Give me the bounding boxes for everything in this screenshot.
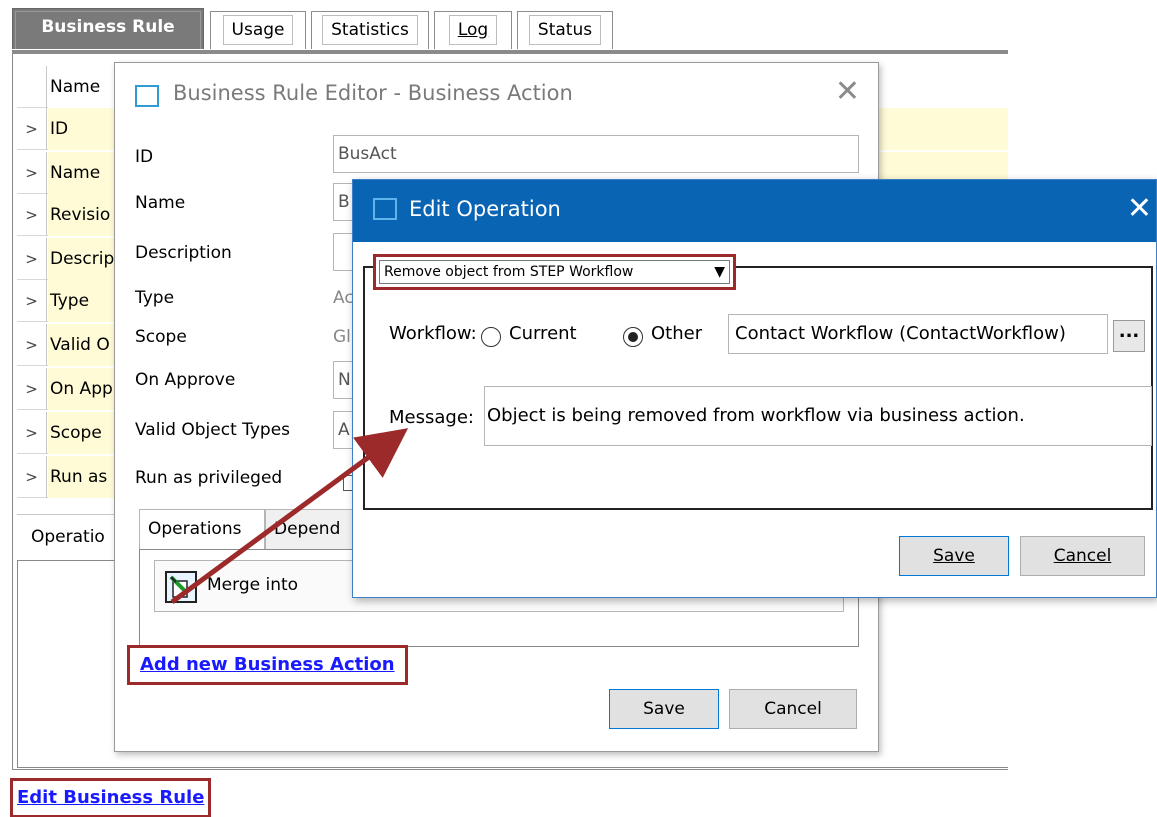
expand-arrow-icon[interactable]: > [17,108,47,150]
operation-type-select[interactable]: Remove object from STEP Workflow ▼ [373,254,736,290]
message-field[interactable]: Object is being removed from workflow vi… [484,386,1152,446]
grid-header-spacer [17,66,47,108]
radio-current-label: Current [509,323,577,344]
tab-usage-label: Usage [222,15,294,45]
browse-button[interactable]: ... [1113,320,1145,352]
cancel-button[interactable]: Cancel [729,689,857,729]
workflow-field[interactable]: Contact Workflow (ContactWorkflow) [728,314,1108,354]
tab-business-rule[interactable]: Business Rule [12,8,204,49]
id-label: ID [135,147,154,167]
tab-status-label: Status [528,15,602,45]
description-label: Description [135,243,232,263]
close-icon[interactable]: ✕ [1127,192,1152,226]
type-value: Ac [333,288,354,308]
tab-statistics-label: Statistics [322,15,418,45]
close-icon[interactable]: ✕ [835,75,860,109]
cancel-button[interactable]: Cancel [1020,536,1145,576]
tab-log-label: Log [448,15,498,45]
chevron-down-icon: ▼ [714,264,725,280]
add-new-business-action-link[interactable]: Add new Business Action [127,645,408,685]
tab-status[interactable]: Status [517,11,613,49]
edit-operation-dialog: Edit Operation ✕ Remove object from STEP… [352,179,1157,598]
save-button[interactable]: Save [609,689,719,729]
tab-operations[interactable]: Operations [139,509,265,549]
radio-current[interactable] [481,327,501,347]
dialog-title-bar: Edit Operation ✕ [353,180,1156,242]
operation-type-text: Remove object from STEP Workflow [384,264,634,280]
scope-value: Gl [333,327,351,347]
expand-arrow-icon[interactable]: > [17,412,47,454]
operation-label: Merge into [207,575,299,595]
expand-arrow-icon[interactable]: > [17,238,47,280]
expand-arrow-icon[interactable]: > [17,152,47,194]
tab-log[interactable]: Log [434,11,512,49]
operation-type-value: Remove object from STEP Workflow ▼ [379,260,730,284]
radio-other-label: Other [651,323,703,344]
workflow-label: Workflow: [389,323,477,344]
dialog-title: Business Rule Editor - Business Action [173,81,573,105]
tab-business-rule-label: Business Rule [41,17,175,37]
radio-other[interactable] [623,327,643,347]
expand-arrow-icon[interactable]: > [17,324,47,366]
expand-arrow-icon[interactable]: > [17,368,47,410]
window-icon [373,198,397,220]
type-label: Type [135,288,175,308]
merge-operation-icon [165,571,197,603]
tab-usage[interactable]: Usage [210,11,306,49]
edit-business-rule-link[interactable]: Edit Business Rule [10,778,212,817]
run-as-privileged-label: Run as privileged [135,468,283,488]
valid-object-types-label: Valid Object Types [135,420,291,440]
tab-statistics[interactable]: Statistics [311,11,429,49]
dialog-title: Edit Operation [409,197,561,221]
expand-arrow-icon[interactable]: > [17,280,47,322]
name-label: Name [135,193,186,213]
scope-label: Scope [135,327,187,347]
on-approve-label: On Approve [135,370,236,390]
expand-arrow-icon[interactable]: > [17,194,47,236]
save-button[interactable]: Save [899,536,1009,576]
window-icon [135,85,159,107]
dialog-title-bar: Business Rule Editor - Business Action ✕ [115,63,878,123]
id-field[interactable]: BusAct [333,135,859,173]
expand-arrow-icon[interactable]: > [17,456,47,498]
message-label: Message: [389,407,474,428]
base-panel-bottom-border [12,769,1008,770]
